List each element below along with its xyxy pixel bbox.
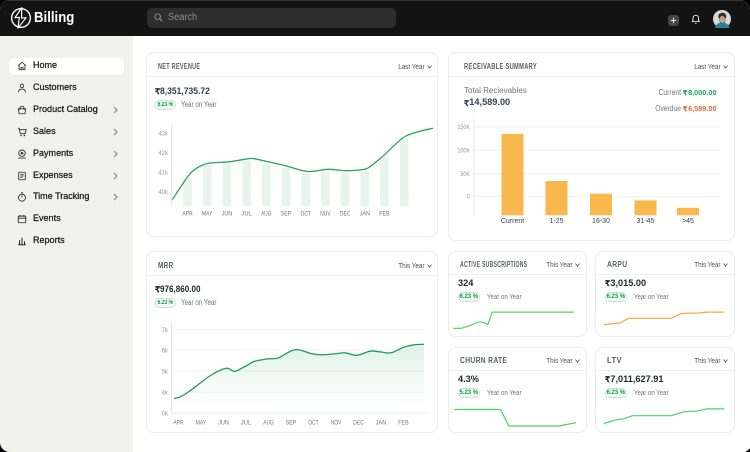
svg-text:0k: 0k — [162, 412, 169, 418]
svg-text:DEC: DEC — [353, 420, 364, 427]
svg-text:FEB: FEB — [398, 420, 408, 427]
svg-text:JUL: JUL — [241, 211, 252, 218]
svg-text:42k: 42k — [158, 151, 169, 157]
svg-text:0: 0 — [466, 195, 470, 201]
svg-text:>45: >45 — [682, 218, 694, 225]
svg-text:6k: 6k — [162, 349, 169, 355]
svg-text:41k: 41k — [158, 171, 169, 177]
svg-text:100K: 100K — [457, 149, 470, 155]
svg-text:JUN: JUN — [218, 420, 229, 427]
svg-text:JAN: JAN — [360, 211, 371, 218]
svg-text:JUL: JUL — [241, 420, 252, 427]
svg-text:16-30: 16-30 — [592, 218, 610, 225]
svg-text:NOV: NOV — [331, 420, 342, 427]
svg-text:APR: APR — [182, 211, 193, 218]
svg-text:Current: Current — [500, 218, 523, 225]
svg-text:SEP: SEP — [281, 211, 291, 218]
svg-text:31-45: 31-45 — [636, 218, 654, 225]
svg-text:APR: APR — [173, 420, 184, 427]
svg-text:50K: 50K — [460, 172, 470, 178]
svg-text:DEC: DEC — [340, 211, 351, 218]
svg-text:43k: 43k — [158, 132, 169, 138]
svg-text:5k: 5k — [162, 370, 169, 376]
svg-text:MAY: MAY — [202, 211, 213, 218]
svg-text:4k: 4k — [162, 391, 169, 397]
svg-text:AUG: AUG — [263, 420, 273, 427]
svg-text:JUN: JUN — [222, 211, 233, 218]
svg-text:NOV: NOV — [320, 211, 331, 218]
svg-text:SEP: SEP — [286, 420, 296, 427]
svg-text:150K: 150K — [457, 125, 470, 131]
svg-text:AUG: AUG — [261, 211, 271, 218]
svg-text:OCT: OCT — [301, 211, 311, 218]
svg-text:7k: 7k — [162, 328, 169, 334]
svg-text:1-25: 1-25 — [549, 218, 563, 225]
svg-text:JAN: JAN — [376, 420, 387, 427]
svg-text:MAY: MAY — [196, 420, 207, 427]
svg-text:OCT: OCT — [308, 420, 318, 427]
svg-text:FEB: FEB — [379, 211, 389, 218]
svg-text:40k: 40k — [158, 190, 169, 196]
